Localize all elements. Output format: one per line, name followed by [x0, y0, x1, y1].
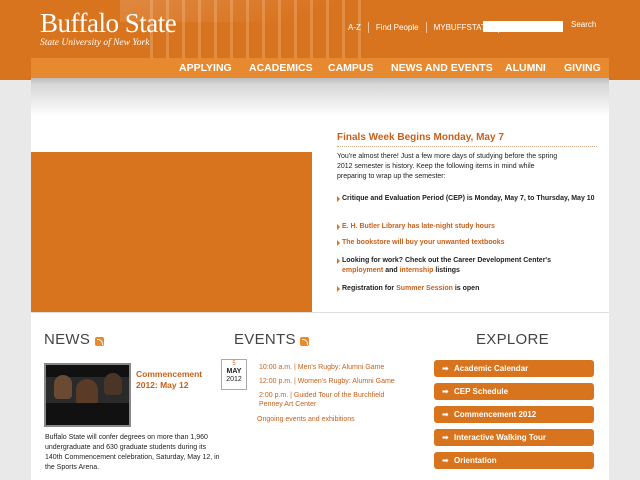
internship-link[interactable]: internship [400, 267, 434, 274]
feature-item-text: Critique and Evaluation Period (CEP) is … [342, 195, 595, 202]
event-link[interactable]: 10:00 a.m. | Men's Rugby: Alumni Game [259, 363, 409, 372]
feature-item-text: is open [454, 285, 480, 292]
feature-item-text: Looking for work? Check out the Career D… [342, 257, 551, 264]
news-text: Buffalo State will confer degrees on mor… [45, 434, 220, 471]
logo-title: Buffalo State [40, 8, 177, 38]
arrow-right-icon: ➡ [442, 456, 449, 465]
rss-icon[interactable] [300, 337, 309, 346]
feature-item: Looking for work? Check out the Career D… [337, 256, 577, 276]
search-button[interactable]: Search [571, 20, 596, 29]
feature-intro: You're almost there! Just a few more day… [337, 153, 558, 180]
arrow-right-icon: ➡ [442, 433, 449, 442]
feature-item-link[interactable]: E. H. Butler Library has late-night stud… [337, 222, 495, 232]
explore-label: Interactive Walking Tour [454, 433, 547, 442]
nav-item-academics[interactable]: ACADEMICS [249, 62, 313, 74]
main-nav: APPLYING ACADEMICS CAMPUS NEWS AND EVENT… [31, 58, 609, 78]
nav-shadow [31, 78, 609, 86]
explore-cep-schedule[interactable]: ➡ CEP Schedule [434, 383, 594, 400]
news-heading[interactable]: NEWS [44, 331, 90, 348]
logo-subtitle: State University of New York [40, 38, 150, 48]
arrow-right-icon: ➡ [442, 387, 449, 396]
photo-person [104, 373, 122, 395]
ongoing-events-link[interactable]: Ongoing events and exhibitions [257, 415, 417, 424]
photo-robes [46, 403, 129, 425]
event-day: 5 [232, 361, 236, 367]
feature-title[interactable]: Finals Week Begins Monday, May 7 [337, 132, 597, 147]
feature-text: Finals Week Begins Monday, May 7 You're … [337, 132, 597, 292]
feature-panel: Finals Week Begins Monday, May 7 You're … [31, 86, 609, 312]
explore-heading: EXPLORE [476, 331, 549, 348]
photo-person [54, 375, 72, 399]
find-people-link[interactable]: Find People [376, 23, 419, 32]
explore-label: Commencement 2012 [454, 410, 537, 419]
feature-item-text: E. H. Butler Library has late-night stud… [342, 223, 495, 230]
feature-item-text: The bookstore will buy your unwanted tex… [342, 239, 505, 246]
nav-item-applying[interactable]: APPLYING [179, 62, 232, 74]
feature-item-link[interactable]: The bookstore will buy your unwanted tex… [337, 238, 505, 248]
explore-academic-calendar[interactable]: ➡ Academic Calendar [434, 360, 594, 377]
feature-item: Critique and Evaluation Period (CEP) is … [337, 194, 597, 204]
arrow-right-icon: ➡ [442, 364, 449, 373]
feature-gradient [31, 86, 609, 116]
photo-person [76, 379, 98, 405]
feature-item-text: and [385, 267, 398, 274]
explore-commencement[interactable]: ➡ Commencement 2012 [434, 406, 594, 423]
feature-image[interactable] [31, 152, 312, 312]
rss-icon[interactable] [95, 337, 104, 346]
events-heading[interactable]: EVENTS [234, 331, 296, 348]
bottom-section: NEWS Commencement 2012: May 12 Buffalo S… [31, 312, 609, 480]
feature-item: Registration for Summer Session is open [337, 284, 479, 294]
feature-item-text: listings [435, 267, 460, 274]
summer-session-link[interactable]: Summer Session [396, 285, 453, 292]
event-date-badge: 5 MAY 2012 [221, 359, 247, 390]
event-month: MAY [226, 368, 242, 375]
explore-orientation[interactable]: ➡ Orientation [434, 452, 594, 469]
search-input[interactable] [483, 21, 563, 32]
event-year: 2012 [226, 376, 242, 383]
explore-walking-tour[interactable]: ➡ Interactive Walking Tour [434, 429, 594, 446]
az-link[interactable]: A-Z [348, 23, 361, 32]
news-photo[interactable] [44, 363, 131, 427]
event-link[interactable]: 2:00 p.m. | Guided Tour of the Burchfiel… [259, 391, 409, 409]
explore-label: Orientation [454, 456, 497, 465]
feature-item-text: Registration for [342, 285, 395, 292]
nav-item-news-and-events[interactable]: NEWS AND EVENTS [391, 62, 493, 74]
util-divider [367, 21, 369, 33]
explore-label: Academic Calendar [454, 364, 529, 373]
nav-item-alumni[interactable]: ALUMNI [505, 62, 546, 74]
news-title-link[interactable]: Commencement 2012: May 12 [136, 369, 216, 391]
nav-item-giving[interactable]: GIVING [564, 62, 601, 74]
site-logo[interactable]: Buffalo State State University of New Yo… [40, 8, 177, 49]
arrow-right-icon: ➡ [442, 410, 449, 419]
employment-link[interactable]: employment [342, 267, 383, 274]
util-divider [425, 21, 427, 33]
nav-item-campus[interactable]: CAMPUS [328, 62, 374, 74]
explore-label: CEP Schedule [454, 387, 509, 396]
event-link[interactable]: 12:00 p.m. | Women's Rugby: Alumni Game [259, 377, 409, 386]
